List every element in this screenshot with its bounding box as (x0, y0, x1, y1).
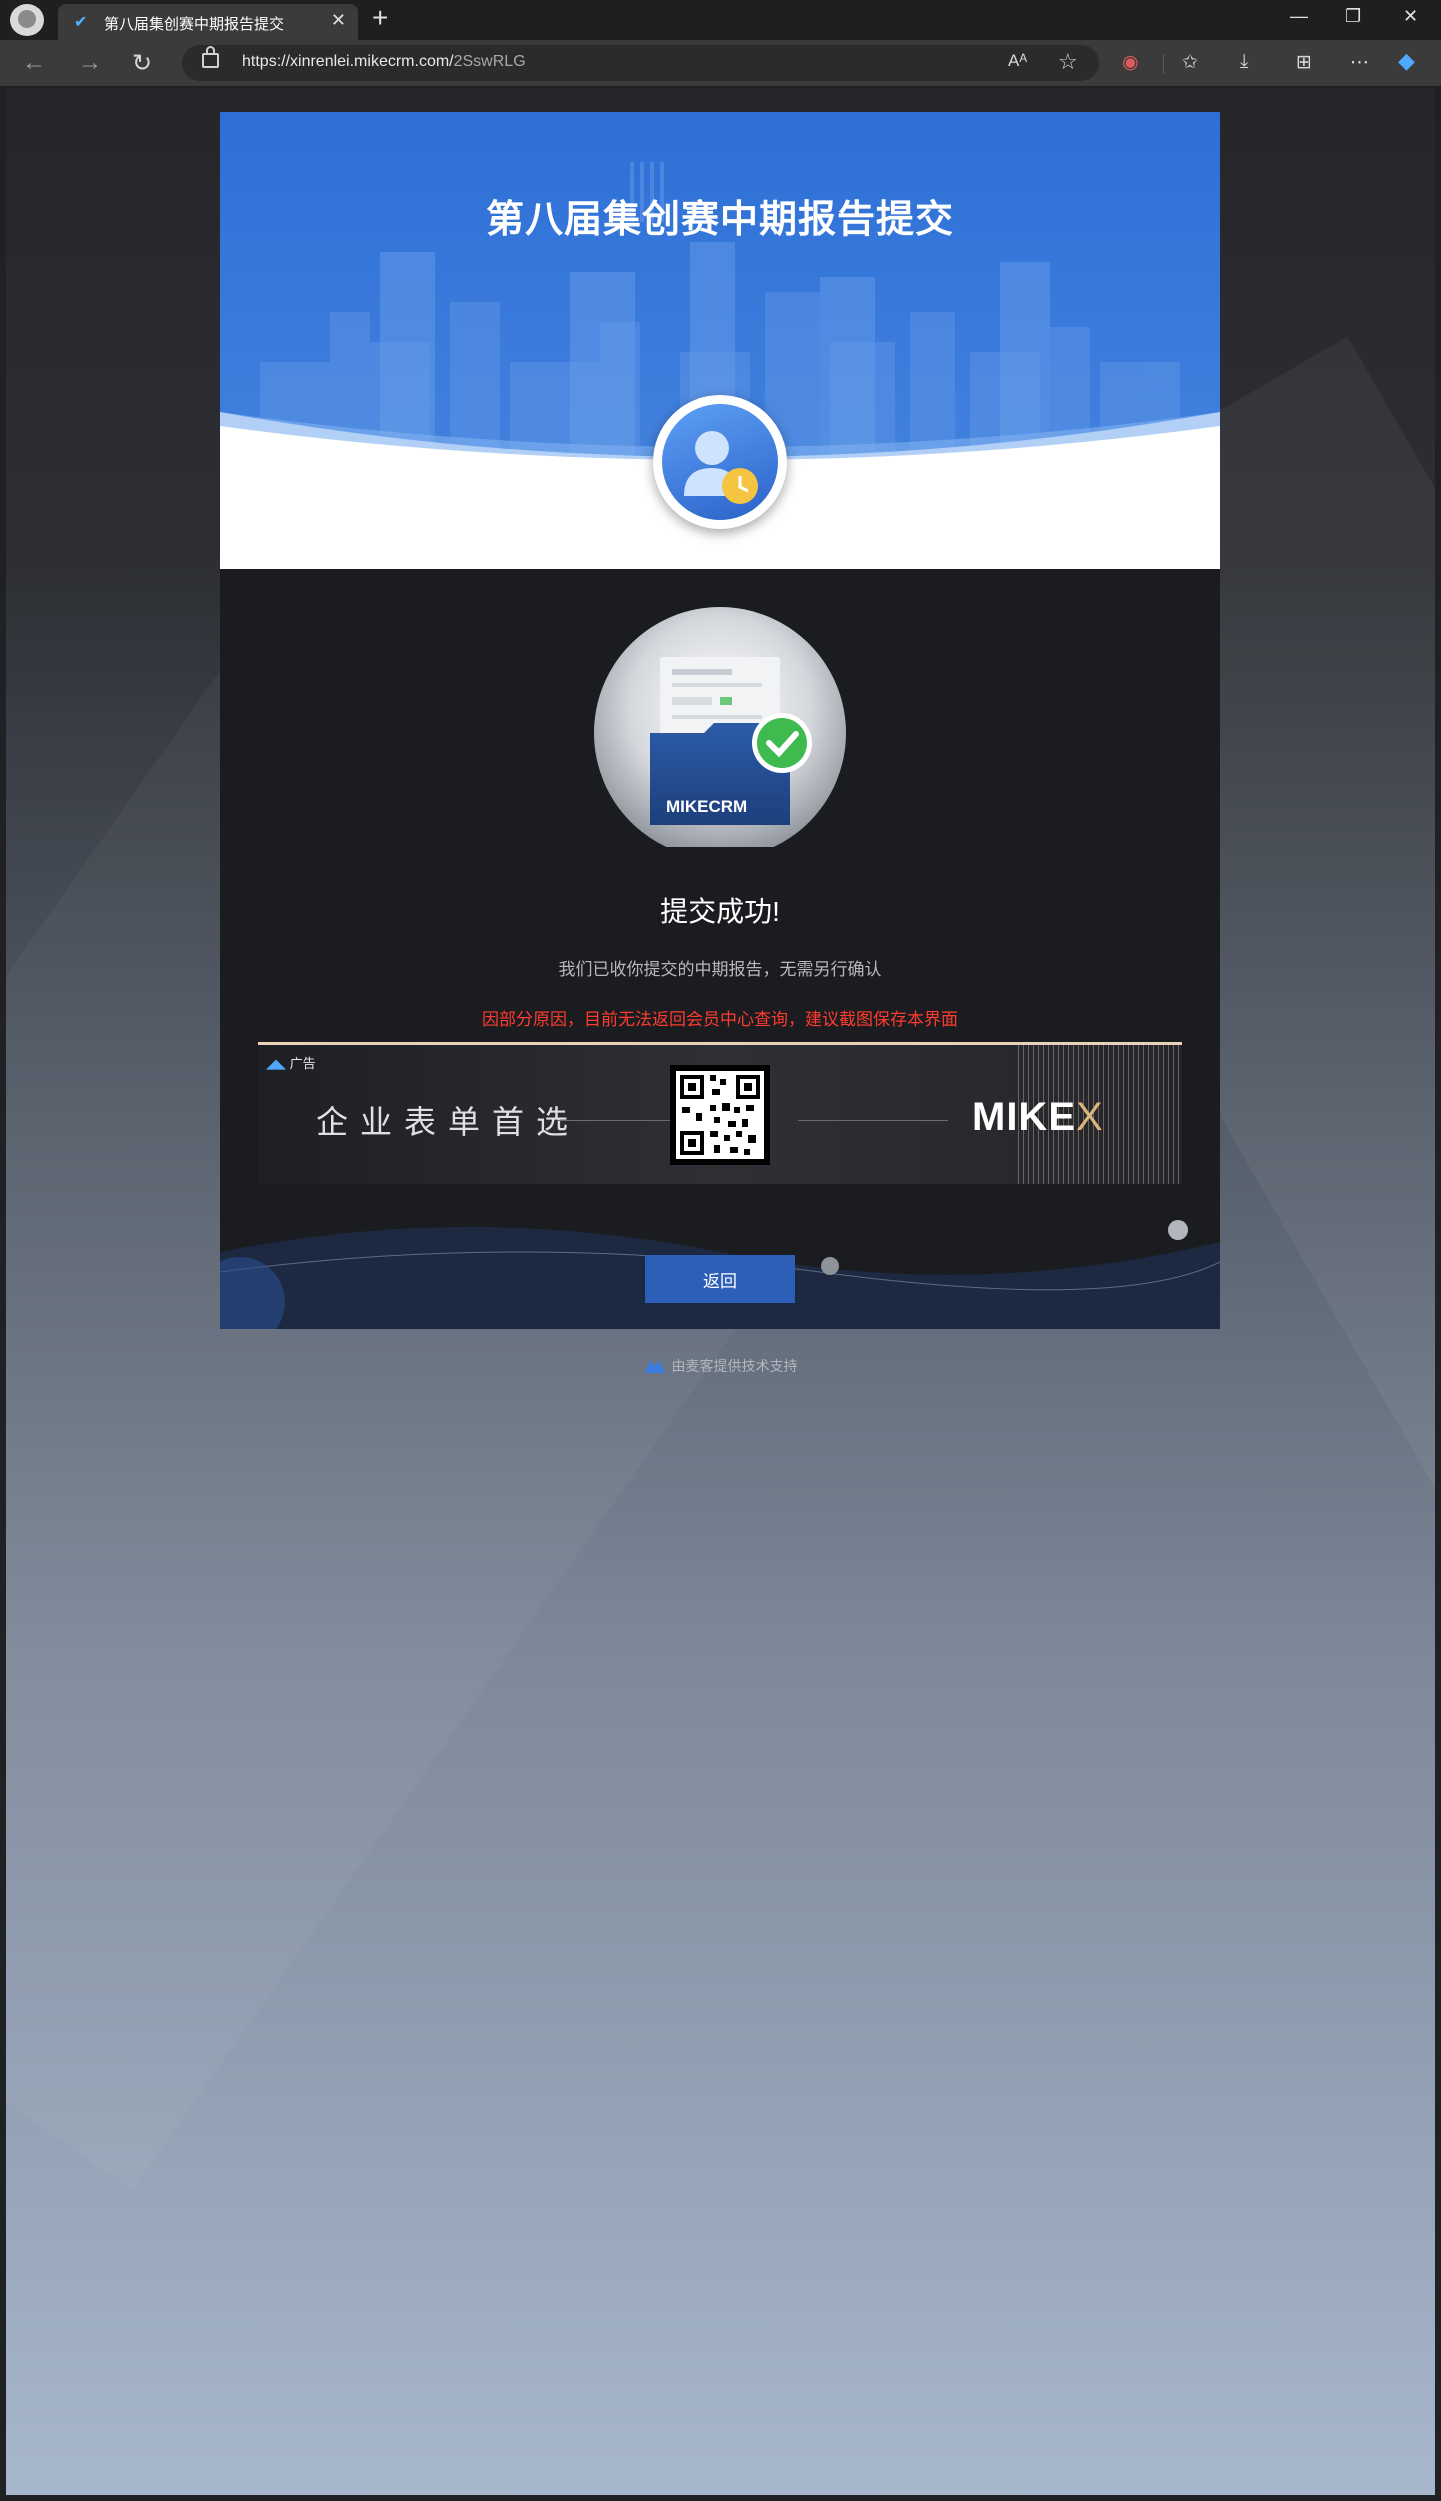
mikecrm-logo-icon (644, 1358, 666, 1377)
extension-icon[interactable]: ◉ (1122, 51, 1139, 74)
return-button[interactable]: 返回 (645, 1255, 795, 1303)
form-title: 第八届集创赛中期报告提交 (485, 199, 954, 241)
read-aloud-icon[interactable]: Aᴬ (1008, 51, 1027, 71)
advertisement-banner[interactable]: ◢◣ 广告 企业表单首选 MIKEX (258, 1042, 1182, 1184)
warning-message: 因部分原因，目前无法返回会员中心查询，建议截图保存本界面 (482, 1010, 958, 1029)
browser-toolbar: ← → ↻ https://xinrenlei.mikecrm.com/2Ssw… (0, 40, 1441, 86)
minimize-icon[interactable]: — (1290, 6, 1308, 27)
tab-title: 第八届集创赛中期报告提交 (104, 16, 285, 33)
address-bar[interactable]: https://xinrenlei.mikecrm.com/2SswRLG Aᴬ… (182, 45, 1099, 81)
restore-icon[interactable]: ❐ (1345, 6, 1361, 27)
mikecrm-logo-icon: ◢◣ (266, 1056, 286, 1071)
download-icon[interactable]: ⤓ (1240, 51, 1248, 73)
close-window-icon[interactable]: ✕ (1403, 6, 1418, 27)
form-result-card: 第八届集创赛中期报告提交 MIKECRM 提交成功! 我们已收你提交的中期报告，… (220, 112, 1220, 1329)
url-text[interactable]: https://xinrenlei.mikecrm.com/2SswRLG (242, 53, 526, 71)
copilot-icon[interactable]: ◆ (1398, 48, 1415, 74)
favorites-list-icon[interactable]: ✩ (1182, 51, 1198, 74)
ad-divider (798, 1120, 948, 1121)
back-arrow-icon[interactable]: ← (22, 49, 46, 77)
site-favicon-icon: ✔ (74, 14, 88, 31)
success-title: 提交成功! (660, 896, 780, 927)
more-menu-icon[interactable]: ⋯ (1350, 51, 1369, 74)
collections-icon[interactable]: ⊞ (1296, 51, 1312, 74)
page-viewport: 第八届集创赛中期报告提交 MIKECRM 提交成功! 我们已收你提交的中期报告，… (6, 88, 1435, 2495)
favorite-star-icon[interactable]: ☆ (1058, 49, 1078, 75)
browser-tab[interactable]: ✔ 第八届集创赛中期报告提交 ✕ (58, 4, 358, 40)
tab-close-icon[interactable]: ✕ (331, 10, 346, 31)
ad-divider (558, 1120, 688, 1121)
lock-icon[interactable] (202, 46, 219, 68)
footer-credit[interactable]: 由麦客提供技术支持 (6, 1356, 1435, 1377)
forward-arrow-icon[interactable]: → (78, 49, 102, 77)
success-message: 我们已收你提交的中期报告，无需另行确认 (558, 960, 882, 979)
new-tab-icon[interactable]: + (372, 2, 388, 34)
refresh-icon[interactable]: ↻ (132, 49, 152, 78)
ad-tag: ◢◣ 广告 (266, 1056, 316, 1071)
toolbar-separator (1163, 54, 1164, 74)
profile-avatar-icon[interactable] (10, 4, 44, 36)
qr-code-icon (670, 1065, 770, 1165)
tab-bar: ✔ 第八届集创赛中期报告提交 ✕ + — ❐ ✕ (0, 0, 1441, 40)
user-clock-icon (653, 395, 787, 529)
ad-brand-logo: MIKEX (972, 1095, 1104, 1139)
success-folder-illustration: MIKECRM (594, 607, 846, 859)
header-banner: 第八届集创赛中期报告提交 (220, 112, 1220, 569)
ad-slogan: 企业表单首选 (316, 1104, 581, 1140)
folder-brand-label: MIKECRM (666, 797, 748, 816)
